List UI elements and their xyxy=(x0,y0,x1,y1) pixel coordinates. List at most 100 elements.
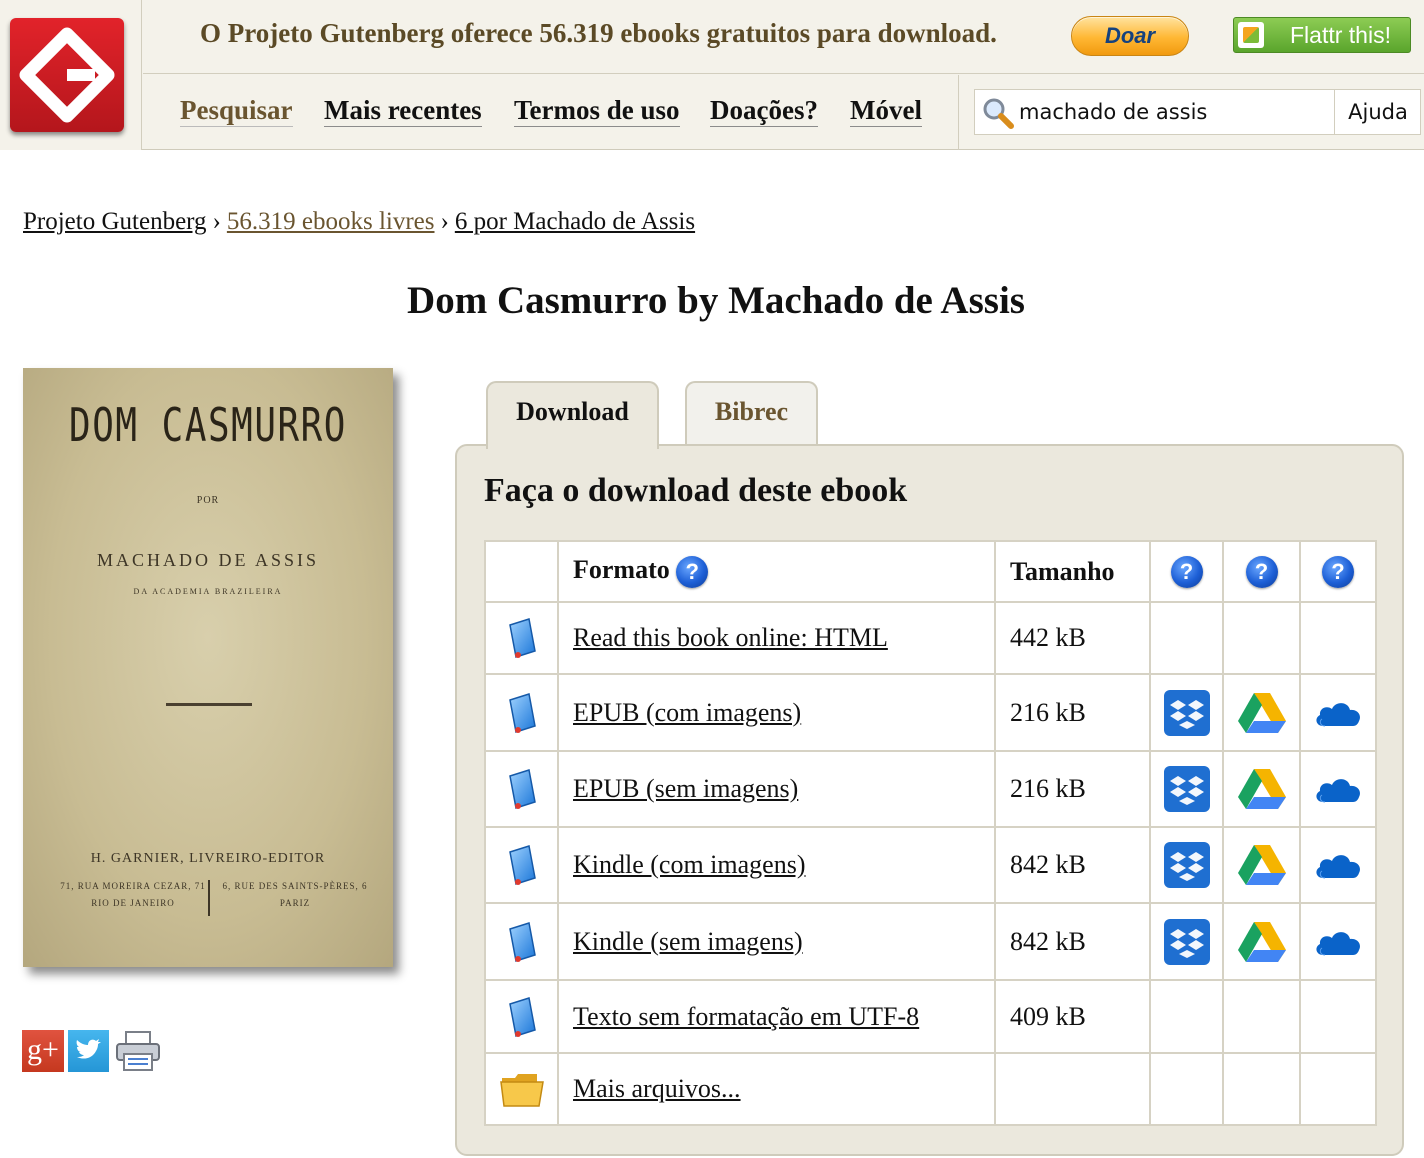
breadcrumb-separator: › xyxy=(212,208,221,235)
search-icon xyxy=(983,98,1014,129)
book-icon xyxy=(505,996,539,1038)
nav-mais-recentes[interactable]: Mais recentes xyxy=(324,94,482,127)
onedrive-help-icon[interactable]: ? xyxy=(1322,556,1354,589)
nav-pesquisar[interactable]: Pesquisar xyxy=(180,94,293,127)
breadcrumb-home[interactable]: Projeto Gutenberg xyxy=(23,208,207,235)
google-plus-share-icon[interactable]: g+ xyxy=(22,1030,64,1072)
cover-address-line: PARIZ xyxy=(279,898,311,908)
dropbox-icon xyxy=(1163,766,1210,812)
row-format-cell: Texto sem formatação em UTF-8 xyxy=(557,979,996,1054)
search-input[interactable] xyxy=(1019,90,1335,134)
cover-address-line: RIO DE JANEIRO xyxy=(91,898,175,908)
nav-termos-de-uso[interactable]: Termos de uso xyxy=(514,94,680,127)
nav-movel[interactable]: Móvel xyxy=(850,94,922,127)
empty-cell xyxy=(1299,979,1377,1054)
google-drive-icon xyxy=(1237,767,1287,811)
cover-academy: DA ACADEMIA BRAZILEIRA xyxy=(133,587,283,596)
flattr-button[interactable]: Flattr this! xyxy=(1233,17,1411,53)
download-rows: Read this book online: HTML 442 kB EPUB (c… xyxy=(484,601,1377,1126)
google-drive-icon xyxy=(1237,920,1287,964)
onedrive-icon xyxy=(1313,848,1363,882)
header-top-bar: O Projeto Gutenberg oferece 56.319 ebook… xyxy=(143,0,1424,74)
format-download-link[interactable]: Read this book online: HTML xyxy=(573,623,888,652)
breadcrumb: Projeto Gutenberg › 56.319 ebooks livres › 6… xyxy=(23,208,695,236)
breadcrumb-ebooks[interactable]: 56.319 ebooks livres xyxy=(227,208,435,235)
send-to-gdrive-button[interactable] xyxy=(1222,826,1301,904)
dropbox-help-icon[interactable]: ? xyxy=(1170,556,1203,589)
send-to-dropbox-button[interactable] xyxy=(1149,673,1224,752)
book-icon xyxy=(505,921,539,963)
onedrive-icon xyxy=(1313,925,1363,959)
cover-publisher: H. GARNIER, LIVREIRO-EDITOR xyxy=(90,851,326,866)
flattr-icon xyxy=(1238,22,1264,48)
send-to-gdrive-button[interactable] xyxy=(1222,673,1301,752)
gutenberg-logo[interactable] xyxy=(10,18,124,132)
send-to-onedrive-button[interactable] xyxy=(1299,750,1377,828)
table-row: EPUB (com imagens) 216 kB xyxy=(484,673,1377,752)
table-row: Read this book online: HTML 442 kB xyxy=(484,601,1377,675)
row-icon-cell xyxy=(484,673,559,752)
row-size-cell: 442 kB xyxy=(994,601,1151,675)
twitter-bird-icon xyxy=(76,1039,101,1059)
download-panel: Faça o download deste ebook Formato ? Ta… xyxy=(455,444,1404,1156)
cover-title: DOM CASMURRO xyxy=(69,398,347,452)
nav-doacoes[interactable]: Doações? xyxy=(710,94,818,127)
printer-icon xyxy=(116,1031,160,1071)
send-to-dropbox-button[interactable] xyxy=(1149,902,1224,981)
row-icon-cell xyxy=(484,1052,559,1126)
send-to-dropbox-button[interactable] xyxy=(1149,826,1224,904)
twitter-share-icon[interactable] xyxy=(68,1030,109,1072)
search-box: Ajuda xyxy=(974,89,1421,135)
logo-area xyxy=(0,0,142,150)
google-drive-icon xyxy=(1237,843,1287,887)
format-help-icon[interactable]: ? xyxy=(676,556,709,589)
table-header-format: Formato ? xyxy=(557,540,996,603)
table-header-dropbox: ? xyxy=(1149,540,1224,603)
send-to-gdrive-button[interactable] xyxy=(1222,902,1301,981)
row-icon-cell xyxy=(484,826,559,904)
send-to-onedrive-button[interactable] xyxy=(1299,826,1377,904)
format-download-link[interactable]: EPUB (com imagens) xyxy=(573,698,801,727)
row-icon-cell xyxy=(484,750,559,828)
send-to-gdrive-button[interactable] xyxy=(1222,750,1301,828)
send-to-onedrive-button[interactable] xyxy=(1299,673,1377,752)
send-to-dropbox-button[interactable] xyxy=(1149,750,1224,828)
row-format-cell: Read this book online: HTML xyxy=(557,601,996,675)
format-download-link[interactable]: Texto sem formatação em UTF-8 xyxy=(573,1002,919,1031)
cover-address-right: 6, RUE DES SAINTS-PÈRES, 6 PARIZ xyxy=(215,878,375,912)
send-to-onedrive-button[interactable] xyxy=(1299,902,1377,981)
format-download-link[interactable]: EPUB (sem imagens) xyxy=(573,774,798,803)
format-download-link[interactable]: Kindle (sem imagens) xyxy=(573,927,803,956)
format-download-link[interactable]: Mais arquivos... xyxy=(573,1074,741,1103)
tab-bibrec[interactable]: Bibrec xyxy=(685,381,818,445)
breadcrumb-author[interactable]: 6 por Machado de Assis xyxy=(455,208,695,235)
table-header-icon xyxy=(484,540,559,603)
donate-button[interactable]: Doar xyxy=(1071,16,1189,56)
empty-cell xyxy=(1149,979,1224,1054)
gdrive-help-icon[interactable]: ? xyxy=(1245,556,1278,589)
dropbox-icon xyxy=(1163,689,1210,736)
row-size-cell: 216 kB xyxy=(994,750,1151,828)
empty-cell xyxy=(1222,979,1301,1054)
table-row: EPUB (sem imagens) 216 kB xyxy=(484,750,1377,828)
book-icon xyxy=(505,617,539,659)
book-icon xyxy=(505,692,539,734)
table-row: Mais arquivos... xyxy=(484,1052,1377,1126)
row-format-cell: Kindle (sem imagens) xyxy=(557,902,996,981)
folder-icon xyxy=(499,1070,545,1108)
flattr-label: Flattr this! xyxy=(1290,22,1391,48)
row-format-cell: Kindle (com imagens) xyxy=(557,826,996,904)
empty-cell xyxy=(1222,601,1301,675)
print-icon[interactable] xyxy=(114,1030,162,1072)
book-icon xyxy=(505,844,539,886)
tab-download[interactable]: Download xyxy=(486,381,659,449)
search-help-button[interactable]: Ajuda xyxy=(1334,90,1421,134)
gutenberg-logo-icon xyxy=(19,27,115,123)
cover-address-line: 71, RUA MOREIRA CEZAR, 71 xyxy=(60,881,206,891)
table-row: Texto sem formatação em UTF-8 409 kB xyxy=(484,979,1377,1054)
book-cover: DOM CASMURRO POR MACHADO DE ASSIS DA ACA… xyxy=(23,368,393,967)
site-header: O Projeto Gutenberg oferece 56.319 ebook… xyxy=(0,0,1424,150)
onedrive-icon xyxy=(1313,772,1363,806)
format-download-link[interactable]: Kindle (com imagens) xyxy=(573,850,806,879)
google-drive-icon xyxy=(1237,691,1287,735)
